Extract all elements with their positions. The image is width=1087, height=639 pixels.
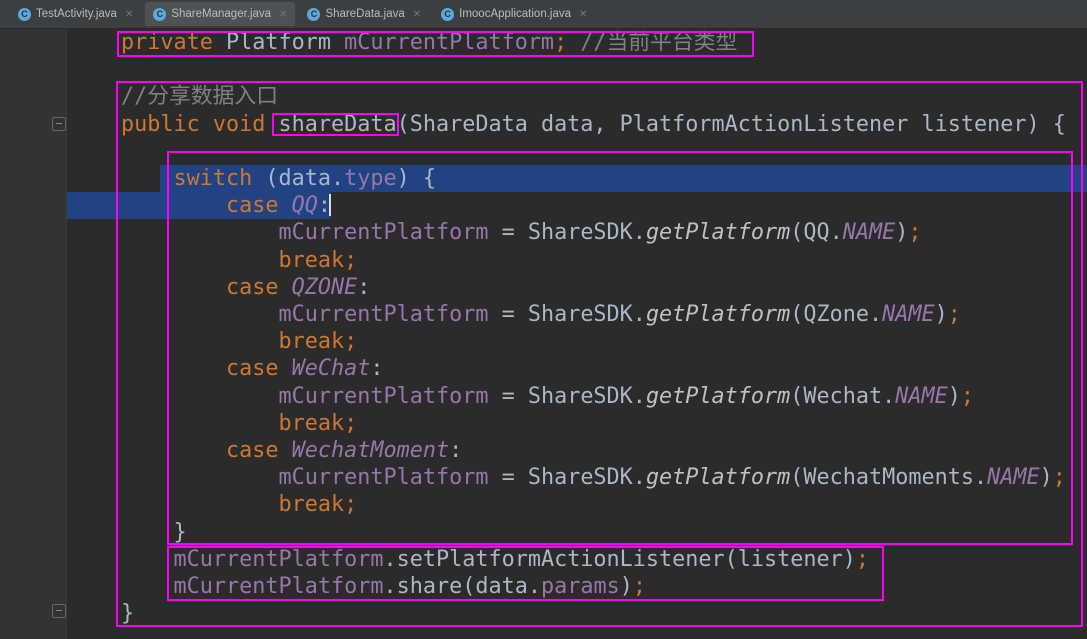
class-icon: C	[441, 7, 455, 21]
tab-label: ShareData.java	[325, 8, 405, 20]
close-icon[interactable]: ✕	[413, 9, 421, 20]
annotation-box	[117, 31, 754, 57]
tab-label: ImoocApplication.java	[459, 8, 572, 20]
class-icon: C	[18, 7, 31, 21]
class-icon: C	[307, 7, 321, 21]
tab-imoocapplication-java[interactable]: C ImoocApplication.java ✕	[433, 2, 595, 26]
close-icon[interactable]: ✕	[125, 9, 133, 20]
tab-label: TestActivity.java	[36, 8, 117, 20]
editor-tab-bar: C TestActivity.java ✕ C ShareManager.java ✕ C S…	[0, 0, 1087, 29]
annotation-box	[272, 113, 399, 136]
tab-sharemanager-java[interactable]: C ShareManager.java ✕	[145, 2, 296, 26]
annotation-box	[167, 151, 1073, 545]
tab-testactivity-java[interactable]: C TestActivity.java ✕	[10, 2, 141, 26]
annotation-box	[167, 546, 884, 601]
close-icon[interactable]: ✕	[579, 9, 587, 20]
class-icon: C	[153, 7, 167, 21]
tab-label: ShareManager.java	[171, 8, 272, 20]
tab-sharedata-java[interactable]: C ShareData.java ✕	[299, 2, 429, 26]
close-icon[interactable]: ✕	[279, 9, 287, 20]
